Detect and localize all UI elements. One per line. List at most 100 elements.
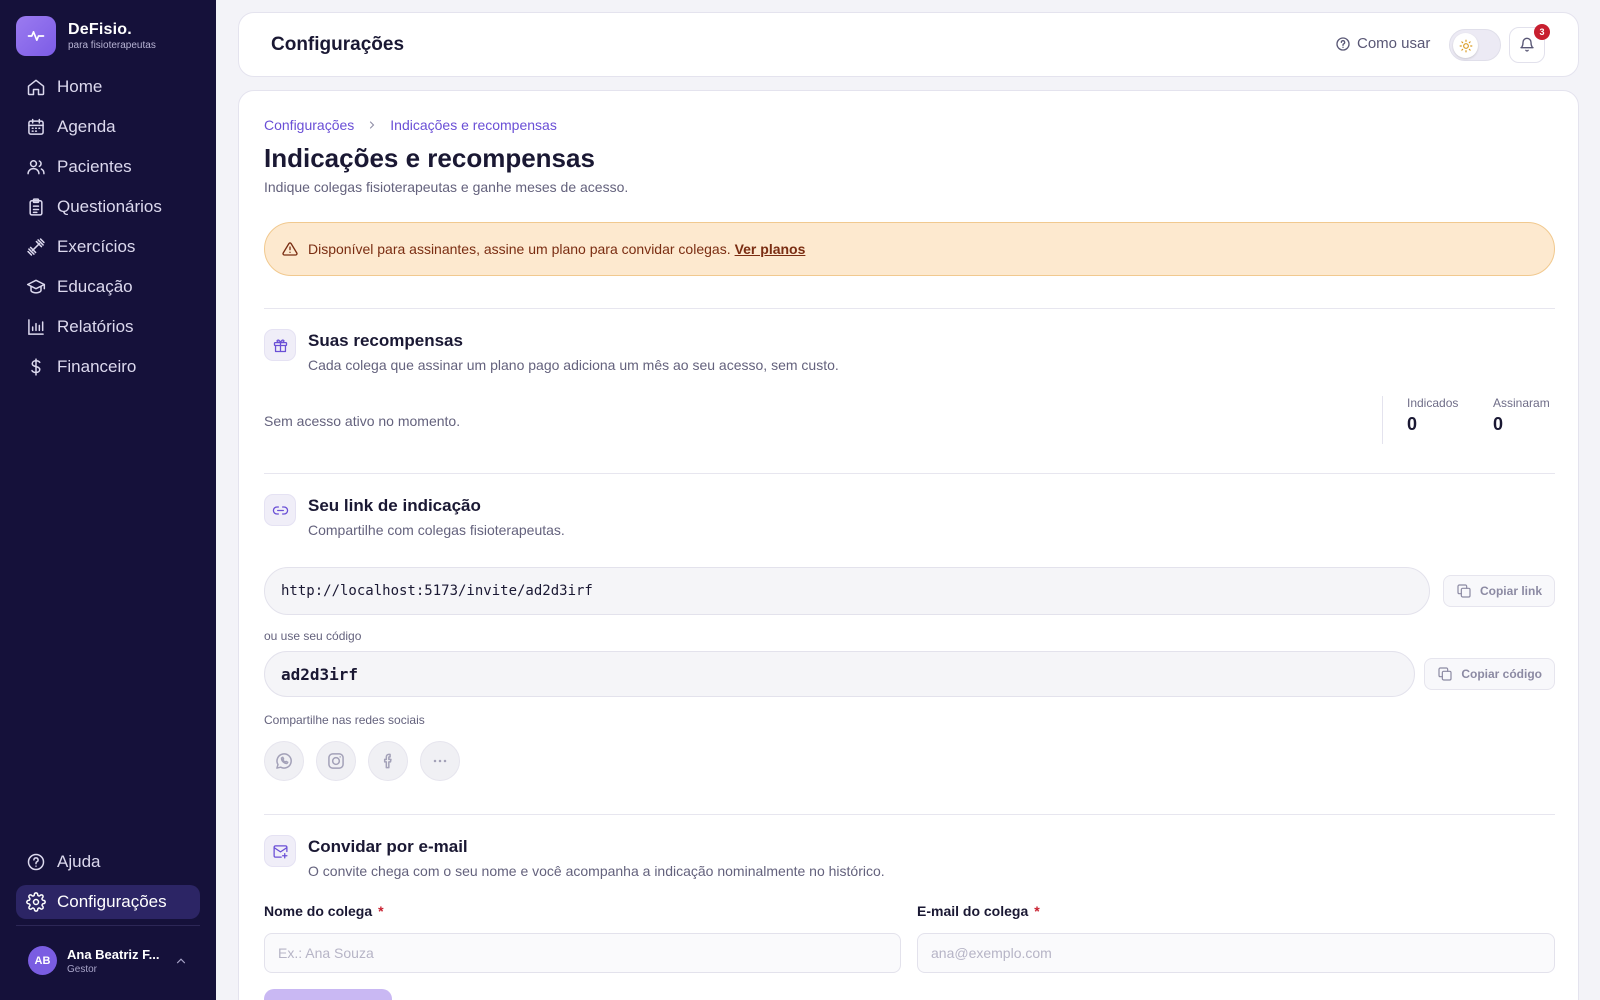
sidebar-item-questionarios[interactable]: Questionários [16, 190, 200, 224]
user-menu[interactable]: AB Ana Beatriz F... Gestor [28, 946, 188, 975]
dollar-icon [31, 358, 41, 376]
sidebar-item-ajuda[interactable]: Ajuda [16, 845, 200, 879]
instagram-share-button[interactable] [316, 741, 356, 781]
how-to-use-label: Como usar [1357, 35, 1431, 52]
whatsapp-share-button[interactable] [264, 741, 304, 781]
rewards-description: Cada colega que assinar um plano pago ad… [308, 357, 839, 373]
link-icon [264, 494, 296, 526]
code-label: ou use seu código [264, 629, 362, 643]
mail-icon [264, 835, 296, 867]
copy-icon [1457, 584, 1471, 598]
activity-icon [16, 16, 56, 56]
sidebar-item-agenda[interactable]: Agenda [16, 110, 200, 144]
sidebar-item-educacao[interactable]: Educação [16, 270, 200, 304]
section-divider [264, 814, 1555, 815]
section-divider [264, 308, 1555, 309]
user-name: Ana Beatriz F... [67, 946, 160, 962]
chevron-right-icon [370, 121, 375, 129]
sidebar-item-pacientes[interactable]: Pacientes [16, 150, 200, 184]
stat-referred: Indicados 0 [1407, 396, 1459, 434]
social-share-buttons [264, 741, 472, 781]
facebook-icon [383, 753, 392, 769]
main-panel: Configurações Indicações e recompensas I… [238, 90, 1579, 1000]
page-title: Indicações e recompensas [264, 143, 595, 173]
sidebar-item-label: Financeiro [57, 357, 137, 376]
breadcrumb-current: Indicações e recompensas [390, 117, 557, 133]
sidebar-item-relatorios[interactable]: Relatórios [16, 310, 200, 344]
sidebar-item-label: Exercícios [57, 237, 136, 256]
brand-tagline: para fisioterapeutas [68, 40, 156, 51]
brand[interactable]: DeFisio. para fisioterapeutas [16, 16, 156, 56]
notification-badge: 3 [1534, 24, 1550, 40]
help-circle-icon [27, 853, 45, 871]
sidebar: DeFisio. para fisioterapeutas Home Agend… [0, 0, 216, 1000]
brand-name: DeFisio. [68, 21, 132, 38]
section-divider [264, 473, 1555, 474]
stat-subscribed: Assinaram 0 [1493, 396, 1550, 434]
header-title: Configurações [271, 34, 405, 55]
theme-toggle[interactable] [1449, 29, 1501, 61]
sidebar-item-label: Ajuda [57, 852, 101, 871]
gear-icon [26, 892, 46, 912]
invite-description: O convite chega com o seu nome e você ac… [308, 863, 885, 879]
sidebar-item-exercicios[interactable]: Exercícios [16, 230, 200, 264]
referral-code-field[interactable]: ad2d3irf [264, 651, 1415, 697]
copy-code-button[interactable]: Copiar código [1424, 658, 1555, 690]
more-share-button[interactable] [420, 741, 460, 781]
send-invite-button[interactable] [264, 989, 392, 1000]
sidebar-item-configuracoes[interactable]: Configurações [16, 885, 200, 919]
sidebar-item-label: Educação [57, 277, 133, 296]
sidebar-item-financeiro[interactable]: Financeiro [16, 350, 200, 384]
instagram-icon [328, 753, 344, 769]
sun-icon [1453, 33, 1478, 58]
copy-link-button[interactable]: Copiar link [1442, 575, 1555, 607]
referral-link-field[interactable]: http://localhost:5173/invite/ad2d3irf [264, 567, 1430, 615]
whatsapp-icon [276, 753, 292, 769]
chevron-up-icon [176, 957, 186, 963]
sidebar-bottom-nav: Ajuda Configurações [16, 845, 200, 925]
facebook-share-button[interactable] [368, 741, 408, 781]
more-icon [433, 759, 447, 763]
breadcrumb: Configurações Indicações e recompensas [264, 117, 557, 133]
access-status: Sem acesso ativo no momento. [264, 413, 461, 429]
notifications-button[interactable]: 3 [1509, 24, 1550, 63]
how-to-use-link[interactable]: Como usar [1335, 35, 1430, 52]
referral-description: Compartilhe com colegas fisioterapeutas. [308, 522, 565, 538]
referral-stats: Indicados 0 Assinaram 0 [1382, 396, 1555, 444]
dumbbell-icon [27, 238, 45, 256]
copy-icon [1438, 667, 1452, 681]
gift-icon [264, 329, 296, 361]
home-icon [27, 79, 45, 96]
help-circle-icon [1336, 36, 1350, 51]
sidebar-item-label: Relatórios [57, 317, 134, 336]
colleague-name-input[interactable] [264, 933, 901, 973]
top-header: Configurações Como usar 3 [238, 12, 1579, 77]
colleague-name-label: Nome do colega * [264, 903, 384, 919]
alert-text: Disponível para assinantes, assine um pl… [308, 241, 731, 257]
sidebar-item-label: Configurações [57, 892, 167, 911]
breadcrumb-root[interactable]: Configurações [264, 117, 354, 133]
colleague-email-label: E-mail do colega * [917, 903, 1040, 919]
clipboard-icon [29, 198, 43, 216]
view-plans-link[interactable]: Ver planos [735, 241, 806, 257]
invite-title: Convidar por e-mail [308, 837, 468, 856]
graduation-cap-icon [26, 279, 46, 294]
subscription-alert: Disponível para assinantes, assine um pl… [264, 222, 1555, 276]
users-icon [27, 160, 45, 175]
sidebar-nav: Home Agenda Pacientes Questionários Exer… [16, 70, 200, 390]
sidebar-divider [16, 925, 200, 926]
sidebar-item-label: Agenda [57, 117, 116, 136]
sidebar-item-label: Questionários [57, 197, 162, 216]
calendar-icon [28, 118, 44, 135]
colleague-email-input[interactable] [917, 933, 1555, 973]
warning-icon [282, 242, 298, 256]
page-subtitle: Indique colegas fisioterapeutas e ganhe … [264, 179, 629, 195]
social-label: Compartilhe nas redes sociais [264, 713, 425, 727]
sidebar-item-label: Home [57, 77, 103, 96]
sidebar-item-home[interactable]: Home [16, 70, 200, 104]
user-role: Gestor [67, 963, 98, 975]
bar-chart-icon [28, 319, 44, 335]
avatar: AB [28, 946, 57, 975]
sidebar-item-label: Pacientes [57, 157, 132, 176]
rewards-title: Suas recompensas [308, 331, 463, 350]
